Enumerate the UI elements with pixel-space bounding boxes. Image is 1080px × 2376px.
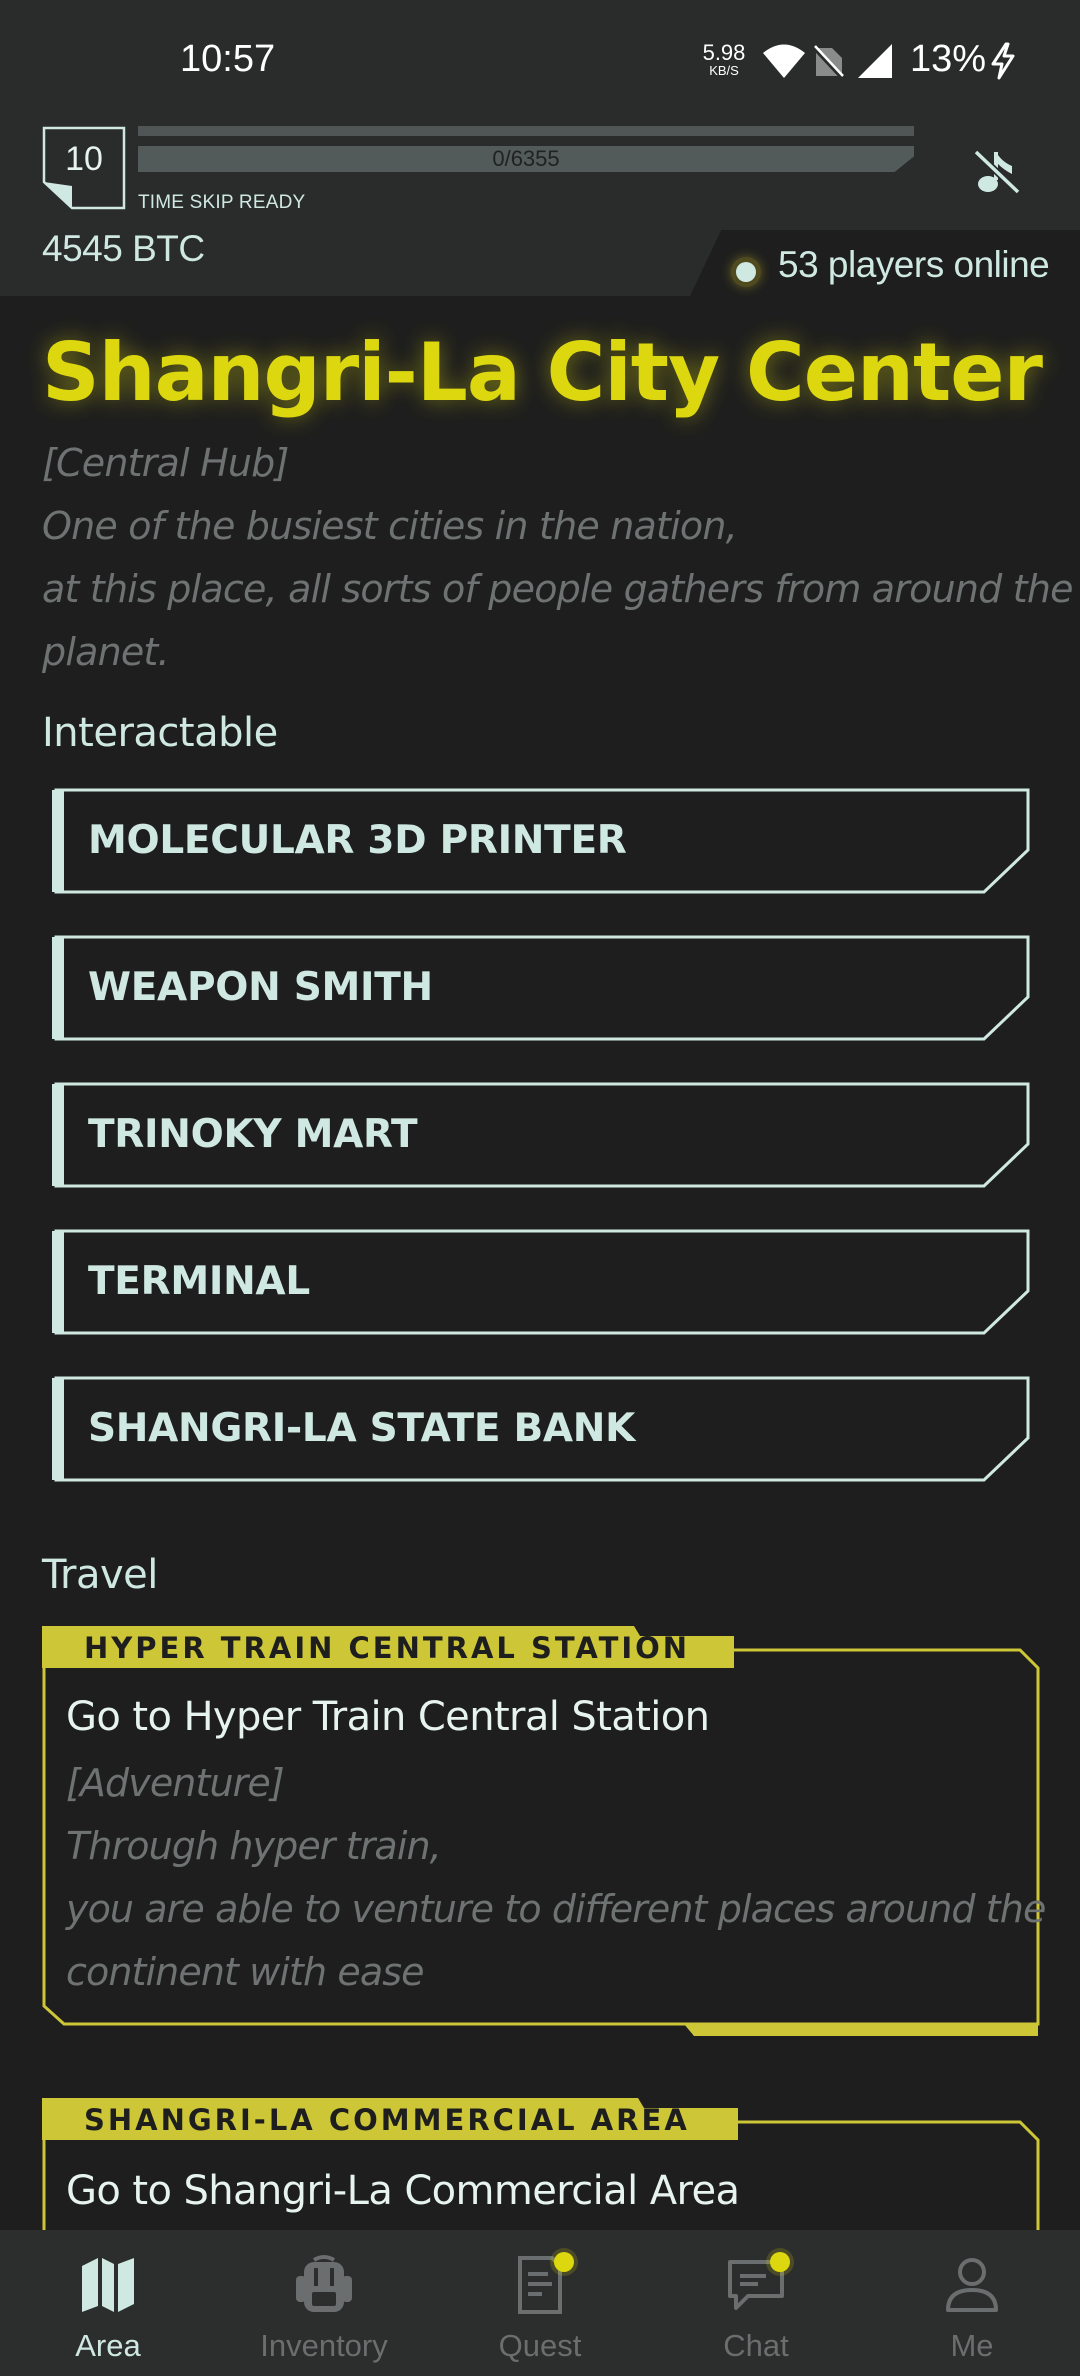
nav-label: Quest — [498, 2328, 582, 2363]
nav-label: Area — [75, 2328, 141, 2363]
travel-card-description-line: continent with ease — [66, 1950, 425, 1994]
quest-notification-dot — [554, 2252, 574, 2272]
trinoky-mart-button[interactable]: TRINOKY MART — [52, 1082, 1030, 1188]
travel-card-description: [Adventure] Through hyper train, you are… — [66, 1752, 1046, 2004]
nav-label: Inventory — [260, 2328, 388, 2363]
interactable-heading: Interactable — [42, 710, 278, 756]
travel-heading: Travel — [42, 1552, 158, 1598]
nav-item-area[interactable]: Area — [0, 2230, 216, 2376]
game-screen: 10:57 5.98 KB/S 13% 10 0/6355 TIME SKIP … — [0, 0, 1080, 2376]
battery-percent: 13% — [910, 38, 987, 80]
travel-card-description-line: Through hyper train, — [66, 1824, 442, 1868]
no-sim-icon — [812, 44, 845, 80]
travel-card-title: Go to Hyper Train Central Station — [66, 1694, 710, 1740]
travel-card-title: Go to Shangri-La Commercial Area — [66, 2168, 740, 2214]
button-label: WEAPON SMITH — [88, 965, 433, 1010]
nav-item-inventory[interactable]: Inventory — [216, 2230, 432, 2376]
area-description-line: at this place, all sorts of people gathe… — [42, 567, 1074, 611]
nav-item-chat[interactable]: Chat — [648, 2230, 864, 2376]
btc-balance: 4545 BTC — [42, 228, 205, 269]
button-label: MOLECULAR 3D PRINTER — [88, 818, 627, 863]
weapon-smith-button[interactable]: WEAPON SMITH — [52, 935, 1030, 1041]
bottom-navigation: Area Inventory Quest Chat Me — [0, 2230, 1080, 2376]
network-speed: 5.98 KB/S — [702, 40, 746, 78]
xp-bar-top — [138, 126, 914, 136]
button-label: TERMINAL — [88, 1259, 310, 1304]
backpack-icon — [296, 2255, 352, 2312]
level-badge: 10 — [42, 126, 126, 196]
button-label: SHANGRI-LA STATE BANK — [88, 1406, 636, 1451]
xp-text: 0/6355 — [492, 146, 560, 171]
signal-icon — [858, 44, 892, 78]
clock: 10:57 — [180, 38, 276, 80]
online-status-dot — [736, 262, 756, 282]
music-off-icon[interactable] — [968, 142, 1026, 200]
area-tag: [Central Hub] — [42, 441, 289, 485]
travel-card-tab: HYPER TRAIN CENTRAL STATION — [84, 1631, 691, 1665]
players-online: 53 players online — [778, 244, 1050, 285]
user-icon — [946, 2258, 998, 2312]
wifi-icon — [763, 44, 805, 78]
chat-notification-dot — [770, 2252, 790, 2272]
xp-progress: 0/6355 — [138, 126, 914, 172]
travel-card-hyper-train[interactable]: HYPER TRAIN CENTRAL STATION Go to Hyper … — [42, 1626, 1046, 2036]
button-label: TRINOKY MART — [88, 1112, 418, 1157]
nav-item-quest[interactable]: Quest — [432, 2230, 648, 2376]
molecular-3d-printer-button[interactable]: MOLECULAR 3D PRINTER — [52, 788, 1030, 894]
nav-label: Chat — [723, 2328, 789, 2363]
travel-card-tag: [Adventure] — [66, 1761, 285, 1805]
charging-icon — [991, 42, 1015, 80]
xp-bar: 0/6355 — [138, 146, 914, 172]
nav-label: Me — [950, 2328, 994, 2363]
status-bar: 10:57 5.98 KB/S 13% — [0, 0, 1080, 120]
area-description: [Central Hub] One of the busiest cities … — [42, 432, 1074, 684]
area-description-line: One of the busiest cities in the nation, — [42, 504, 738, 548]
terminal-button[interactable]: TERMINAL — [52, 1229, 1030, 1335]
travel-card-commercial-area[interactable]: SHANGRI-LA COMMERCIAL AREA Go to Shangri… — [42, 2098, 1040, 2238]
travel-card-description-line: you are able to venture to different pla… — [66, 1887, 1046, 1931]
travel-card-tab: SHANGRI-LA COMMERCIAL AREA — [84, 2103, 690, 2137]
area-description-line: planet. — [42, 630, 170, 674]
area-title: Shangri-La City Center — [42, 326, 1043, 419]
level-number: 10 — [65, 139, 103, 178]
time-skip-label: TIME SKIP READY — [138, 192, 306, 213]
map-icon — [82, 2258, 134, 2312]
nav-item-me[interactable]: Me — [864, 2230, 1080, 2376]
state-bank-button[interactable]: SHANGRI-LA STATE BANK — [52, 1376, 1030, 1482]
